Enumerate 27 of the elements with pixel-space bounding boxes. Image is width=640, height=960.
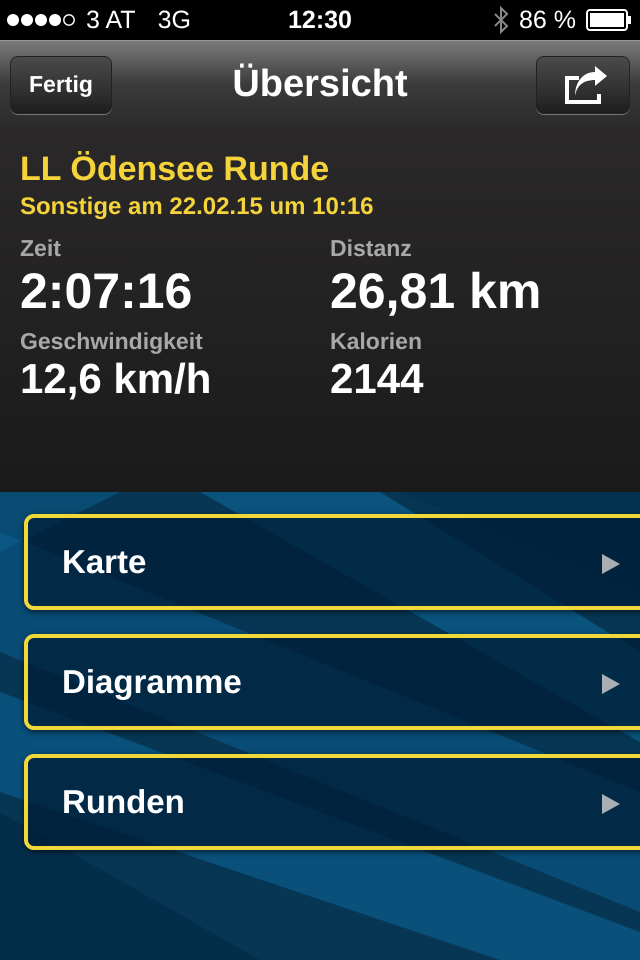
share-button[interactable]: [536, 56, 630, 114]
stat-label: Distanz: [330, 235, 413, 262]
screen-title: Übersicht: [232, 63, 408, 106]
menu-item[interactable]: Runden: [24, 754, 640, 850]
carrier-name: 3 AT: [86, 6, 136, 34]
bluetooth-icon: [493, 6, 510, 34]
menu-item[interactable]: Karte: [24, 514, 640, 610]
chevron-icon: [602, 674, 620, 694]
stat-value: 12,6 km/h: [20, 355, 212, 403]
stat-label: Kalorien: [330, 328, 424, 355]
menu-item[interactable]: Diagramme: [24, 634, 640, 730]
stat-label: Zeit: [20, 235, 62, 262]
share-icon: [563, 66, 609, 104]
network-type: 3G: [158, 6, 191, 34]
status-time: 12:30: [288, 6, 352, 34]
chevron-icon: [602, 554, 620, 574]
done-button[interactable]: Fertig: [10, 56, 112, 114]
battery-icon: [586, 9, 632, 31]
activity-date: Sonstige am 22.02.15 um 10:16: [20, 193, 375, 221]
activity-name: LL Ödensee Runde: [20, 150, 330, 189]
stat-label: Geschwindigkeit: [20, 328, 204, 355]
stat-value: 26,81 km: [330, 262, 542, 320]
signal-strength-icon: [6, 13, 76, 27]
stat-value: 2:07:16: [20, 262, 194, 320]
battery-percent: 86 %: [519, 6, 576, 34]
chevron-icon: [602, 794, 620, 814]
stat-value: 2144: [330, 355, 424, 403]
